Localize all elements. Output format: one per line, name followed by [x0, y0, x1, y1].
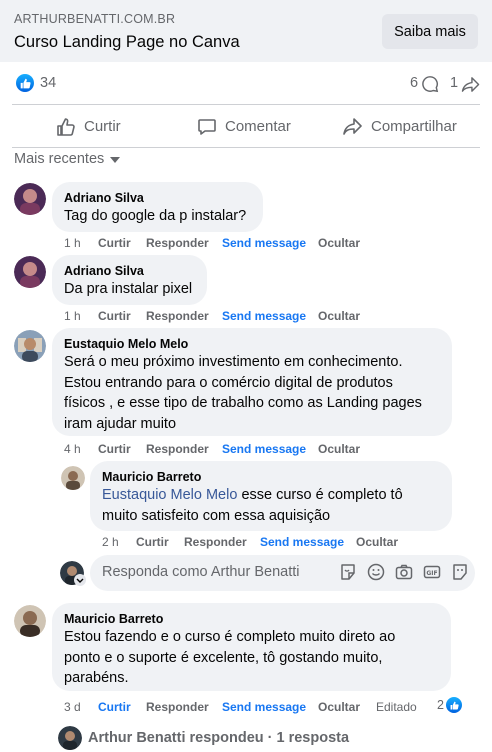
comment-text-line: parabéns. [64, 670, 129, 686]
ad-title[interactable]: Curso Landing Page no Canva [14, 33, 240, 52]
reply-time[interactable]: 2 h [102, 535, 136, 549]
hide-link[interactable]: Ocultar [318, 236, 360, 250]
reply-input[interactable]: Responda como Arthur Benatti GIF [90, 555, 475, 591]
comment-reply-link[interactable]: Responder [146, 309, 222, 323]
comment-like-link[interactable]: Curtir [98, 700, 146, 714]
avatar[interactable] [14, 330, 46, 362]
camera-icon[interactable] [395, 563, 413, 581]
comment-reply-link[interactable]: Responder [146, 700, 222, 714]
reply-author[interactable]: Mauricio Barreto [102, 469, 440, 485]
reply-text-line: muito satisfeito com essa aquisição [102, 507, 331, 524]
comment-author[interactable]: Mauricio Barreto [64, 611, 439, 627]
view-replies-link[interactable]: Arthur Benatti respondeu · 1 resposta [58, 726, 349, 750]
like-button-label: Curtir [84, 118, 121, 135]
send-message-link[interactable]: Send message [222, 700, 318, 714]
comment-text-line: físicos , e esse tipo de trabalho como a… [64, 395, 422, 411]
share-arrow-icon [343, 118, 362, 135]
comment-meta: 1 h Curtir Responder Send message Oculta… [64, 309, 360, 323]
like-reaction-icon [446, 697, 462, 713]
chevron-down-icon [110, 157, 121, 163]
like-button[interactable]: Curtir [56, 105, 121, 148]
comment-author[interactable]: Adriano Silva [64, 190, 251, 206]
comment-meta: 1 h Curtir Responder Send message Oculta… [64, 236, 360, 250]
mention-link[interactable]: Eustaquio Melo Melo [102, 487, 237, 503]
comment-icon [422, 76, 439, 93]
comment-button[interactable]: Comentar [197, 105, 291, 148]
reactions-summary: 34 6 1 [0, 62, 492, 104]
reply-text-line: Eustaquio Melo Melo esse curso é complet… [102, 485, 440, 506]
reaction-count: 2 [437, 698, 444, 712]
hide-link[interactable]: Ocultar [318, 442, 360, 456]
learn-more-button[interactable]: Saiba mais [382, 14, 478, 49]
comment-like-link[interactable]: Curtir [98, 309, 146, 323]
comment-like-link[interactable]: Curtir [98, 442, 146, 456]
sort-label: Mais recentes [14, 151, 105, 167]
comment-text-line: iram ajudar muito [64, 415, 177, 432]
svg-text:GIF: GIF [426, 570, 437, 577]
comment-bubble: Mauricio Barreto Estou fazendo e o curso… [52, 603, 451, 691]
reply-text: esse curso é completo tô [241, 487, 403, 503]
like-reaction-icon[interactable] [16, 74, 34, 92]
send-message-link[interactable]: Send message [222, 442, 318, 456]
comment-time[interactable]: 1 h [64, 309, 98, 323]
comment-bubble: Eustaquio Melo Melo Será o meu próximo i… [52, 328, 452, 436]
comment-meta: 3 d Curtir Responder Send message Oculta… [64, 700, 417, 714]
comment-time[interactable]: 4 h [64, 442, 98, 456]
send-message-link[interactable]: Send message [222, 309, 318, 323]
comment-bubble: Adriano Silva Da pra instalar pixel [52, 255, 207, 305]
reply-meta: 2 h Curtir Responder Send message Oculta… [102, 535, 398, 549]
comment-reaction-count[interactable]: 2 [437, 697, 462, 713]
chevron-down-icon[interactable] [74, 574, 86, 586]
comment-button-label: Comentar [225, 118, 291, 135]
reply-bubble: Mauricio Barreto Eustaquio Melo Melo ess… [90, 461, 452, 531]
comment-author[interactable]: Adriano Silva [64, 263, 195, 279]
emoji-icon[interactable] [367, 563, 385, 581]
share-icon [461, 77, 480, 92]
hide-link[interactable]: Ocultar [318, 700, 376, 714]
comment-author[interactable]: Eustaquio Melo Melo [64, 336, 440, 352]
comment-reply-link[interactable]: Responder [146, 442, 222, 456]
comment-time[interactable]: 1 h [64, 236, 98, 250]
sticker-icon[interactable] [339, 563, 357, 581]
comment-reply-link[interactable]: Responder [146, 236, 222, 250]
thumbs-up-icon [57, 117, 75, 136]
avatar[interactable] [14, 183, 46, 215]
comment-text-line: ponto e o suporte é excelente, tô gostan… [64, 649, 383, 666]
comment-bubble-icon [198, 118, 216, 135]
comment-text-line: Estou fazendo e o curso é completo muito… [64, 629, 396, 645]
avatar [58, 726, 82, 750]
post-actions: Curtir Comentar Compartilhar [12, 104, 480, 148]
edited-label[interactable]: Editado [376, 700, 417, 714]
share-count[interactable]: 1 [450, 75, 458, 91]
comment-meta: 4 h Curtir Responder Send message Oculta… [64, 442, 360, 456]
share-button-label: Compartilhar [371, 118, 457, 135]
comment-text: Tag do google da p instalar? [64, 208, 247, 224]
hide-link[interactable]: Ocultar [356, 535, 398, 549]
send-message-link[interactable]: Send message [222, 236, 318, 250]
send-message-link[interactable]: Send message [260, 535, 356, 549]
comment-bubble: Adriano Silva Tag do google da p instala… [52, 182, 263, 232]
avatar[interactable] [14, 605, 46, 637]
ad-domain: ARTHURBENATTI.COM.BR [14, 12, 176, 26]
avatar[interactable] [14, 256, 46, 288]
comment-text-line: Estou entrando para o comércio digital d… [64, 374, 393, 391]
gif-icon[interactable]: GIF [423, 563, 441, 581]
reply-like-link[interactable]: Curtir [136, 535, 184, 549]
reply-input-placeholder: Responda como Arthur Benatti [102, 564, 300, 580]
hide-link[interactable]: Ocultar [318, 309, 360, 323]
comment-text: Da pra instalar pixel [64, 281, 193, 297]
comment-text-line: Será o meu próximo investimento em conhe… [64, 354, 403, 370]
reply-reply-link[interactable]: Responder [184, 535, 260, 549]
share-button[interactable]: Compartilhar [342, 105, 457, 148]
replies-summary: Arthur Benatti respondeu · 1 resposta [88, 730, 350, 746]
like-count[interactable]: 34 [40, 75, 56, 91]
comment-count[interactable]: 6 [410, 75, 418, 91]
comment-time[interactable]: 3 d [64, 700, 98, 714]
avatar[interactable] [61, 466, 85, 490]
comment-sort-dropdown[interactable]: Mais recentes [14, 151, 121, 167]
ad-header[interactable]: ARTHURBENATTI.COM.BR Curso Landing Page … [0, 0, 492, 62]
avatar-sticker-icon[interactable] [451, 563, 469, 581]
comment-like-link[interactable]: Curtir [98, 236, 146, 250]
